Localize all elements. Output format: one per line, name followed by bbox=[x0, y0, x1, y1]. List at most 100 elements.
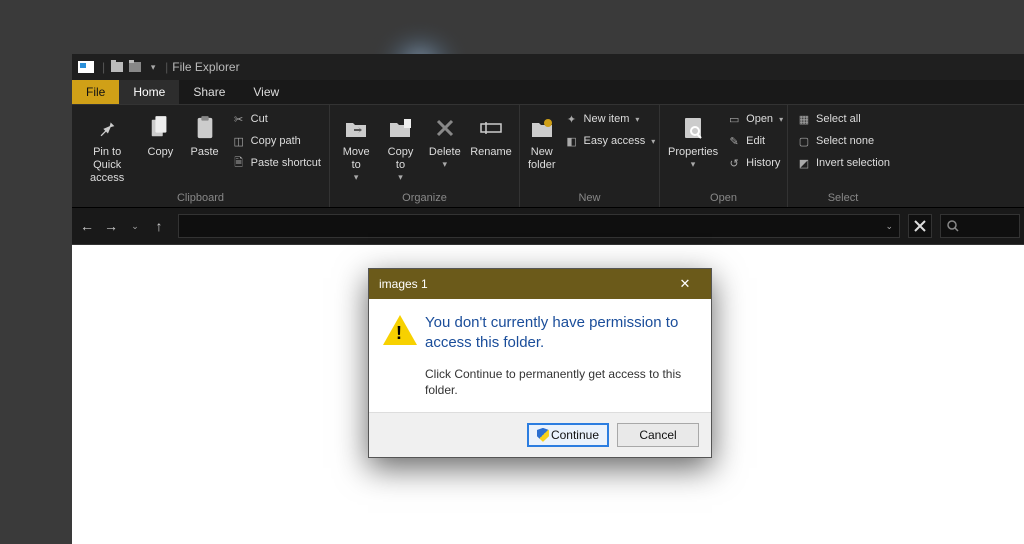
nav-back-button[interactable]: ← bbox=[76, 214, 98, 238]
easy-access-label: Easy access bbox=[584, 135, 646, 147]
nav-bar: ← → ⌄ ↑ ⌄ bbox=[72, 208, 1024, 244]
paste-button[interactable]: Paste bbox=[184, 109, 224, 161]
nav-recent-dropdown[interactable]: ⌄ bbox=[124, 214, 146, 238]
copy-button[interactable]: Copy bbox=[140, 109, 180, 161]
tab-file[interactable]: File bbox=[72, 80, 119, 104]
address-bar[interactable]: ⌄ bbox=[178, 214, 900, 238]
address-dropdown-icon[interactable]: ⌄ bbox=[885, 221, 893, 232]
nav-forward-button[interactable]: → bbox=[100, 214, 122, 238]
history-icon: ↺ bbox=[726, 157, 742, 170]
group-new: New folder ✦ New item ▾ ◧ Easy access ▾ … bbox=[520, 105, 660, 207]
nav-up-button[interactable]: ↑ bbox=[148, 214, 170, 238]
delete-label: Delete bbox=[429, 146, 461, 159]
pin-icon bbox=[96, 111, 118, 145]
paste-shortcut-icon: 🗎 bbox=[231, 154, 247, 173]
continue-button[interactable]: Continue bbox=[527, 423, 609, 447]
tab-view[interactable]: View bbox=[239, 80, 293, 104]
group-label-select: Select bbox=[794, 190, 892, 207]
cancel-button[interactable]: Cancel bbox=[617, 423, 699, 447]
refresh-button[interactable] bbox=[908, 214, 932, 238]
select-none-button[interactable]: ▢ Select none bbox=[794, 131, 892, 151]
history-label: History bbox=[746, 157, 780, 169]
group-open: Properties ▾ ▭ Open ▾ ✎ Edit ↺ Hi bbox=[660, 105, 788, 207]
app-icon bbox=[78, 61, 94, 73]
select-none-icon: ▢ bbox=[796, 135, 812, 148]
dialog-footer: Continue Cancel bbox=[369, 412, 711, 457]
move-to-label: Move to bbox=[338, 146, 374, 172]
copy-path-icon: ◫ bbox=[231, 135, 247, 148]
select-all-button[interactable]: ▦ Select all bbox=[794, 109, 892, 129]
copy-path-button[interactable]: ◫ Copy path bbox=[229, 131, 323, 151]
open-icon: ▭ bbox=[726, 113, 742, 126]
new-item-button[interactable]: ✦ New item ▾ bbox=[562, 109, 658, 129]
ribbon-tabs: File Home Share View bbox=[72, 80, 1024, 104]
titlebar: | ▾ | File Explorer bbox=[72, 54, 1024, 80]
properties-label: Properties bbox=[668, 146, 718, 159]
open-label: Open bbox=[746, 113, 773, 125]
rename-icon bbox=[480, 111, 502, 145]
copy-to-button[interactable]: Copy to ▾ bbox=[380, 109, 420, 185]
cut-label: Cut bbox=[251, 113, 268, 125]
new-item-icon: ✦ bbox=[564, 113, 580, 126]
warning-icon bbox=[383, 315, 417, 345]
pin-to-quick-access-button[interactable]: Pin to Quick access bbox=[78, 109, 136, 188]
easy-access-icon: ◧ bbox=[564, 135, 580, 148]
search-box[interactable] bbox=[940, 214, 1020, 238]
move-to-button[interactable]: Move to ▾ bbox=[336, 109, 376, 185]
pin-label: Pin to Quick access bbox=[80, 146, 134, 186]
paste-icon bbox=[194, 111, 216, 145]
invert-selection-label: Invert selection bbox=[816, 157, 890, 169]
cancel-label: Cancel bbox=[639, 428, 676, 442]
rename-button[interactable]: Rename bbox=[469, 109, 513, 161]
easy-access-button[interactable]: ◧ Easy access ▾ bbox=[562, 131, 658, 151]
cut-icon: ✂ bbox=[231, 113, 247, 126]
paste-shortcut-label: Paste shortcut bbox=[251, 157, 321, 169]
uac-shield-icon bbox=[537, 428, 549, 442]
group-label-new: New bbox=[526, 190, 653, 207]
group-clipboard: Pin to Quick access Copy Paste ✂ bbox=[72, 105, 330, 207]
delete-icon bbox=[435, 111, 455, 145]
edit-label: Edit bbox=[746, 135, 765, 147]
paste-shortcut-button[interactable]: 🗎 Paste shortcut bbox=[229, 153, 323, 173]
qat-customize-dropdown[interactable]: ▾ bbox=[145, 59, 161, 75]
move-to-icon bbox=[344, 111, 368, 145]
dialog-title: images 1 bbox=[379, 277, 428, 291]
invert-selection-button[interactable]: ◩ Invert selection bbox=[794, 153, 892, 173]
properties-icon bbox=[682, 111, 704, 145]
qat-new-folder-icon[interactable] bbox=[127, 59, 143, 75]
group-organize: Move to ▾ Copy to ▾ Delete ▾ bbox=[330, 105, 520, 207]
window-title: File Explorer bbox=[172, 60, 239, 74]
copy-path-label: Copy path bbox=[251, 135, 301, 147]
open-button[interactable]: ▭ Open ▾ bbox=[724, 109, 785, 129]
cut-button[interactable]: ✂ Cut bbox=[229, 109, 323, 129]
copy-to-label: Copy to bbox=[382, 146, 418, 172]
new-folder-icon bbox=[530, 111, 554, 145]
select-none-label: Select none bbox=[816, 135, 874, 147]
select-all-label: Select all bbox=[816, 113, 861, 125]
new-item-label: New item bbox=[584, 113, 630, 125]
dialog-heading: You don't currently have permission to a… bbox=[425, 313, 695, 354]
history-button[interactable]: ↺ History bbox=[724, 153, 785, 173]
copy-label: Copy bbox=[148, 146, 174, 159]
copy-to-icon bbox=[388, 111, 412, 145]
permission-dialog: images 1 ✕ You don't currently have perm… bbox=[368, 268, 712, 458]
continue-label: Continue bbox=[551, 428, 599, 442]
paste-label: Paste bbox=[190, 146, 218, 159]
new-folder-label: New folder bbox=[528, 146, 556, 172]
rename-label: Rename bbox=[470, 146, 512, 159]
invert-selection-icon: ◩ bbox=[796, 157, 812, 170]
dialog-subtext: Click Continue to permanently get access… bbox=[425, 366, 695, 398]
tab-home[interactable]: Home bbox=[119, 80, 179, 104]
ribbon: Pin to Quick access Copy Paste ✂ bbox=[72, 104, 1024, 208]
tab-share[interactable]: Share bbox=[179, 80, 239, 104]
edit-button[interactable]: ✎ Edit bbox=[724, 131, 785, 151]
new-folder-button[interactable]: New folder bbox=[526, 109, 558, 174]
select-all-icon: ▦ bbox=[796, 113, 812, 126]
edit-icon: ✎ bbox=[726, 135, 742, 148]
dialog-close-button[interactable]: ✕ bbox=[667, 272, 703, 296]
group-label-open: Open bbox=[666, 190, 781, 207]
delete-button[interactable]: Delete ▾ bbox=[425, 109, 465, 172]
group-label-clipboard: Clipboard bbox=[78, 190, 323, 207]
properties-button[interactable]: Properties ▾ bbox=[666, 109, 720, 172]
qat-properties-icon[interactable] bbox=[109, 59, 125, 75]
